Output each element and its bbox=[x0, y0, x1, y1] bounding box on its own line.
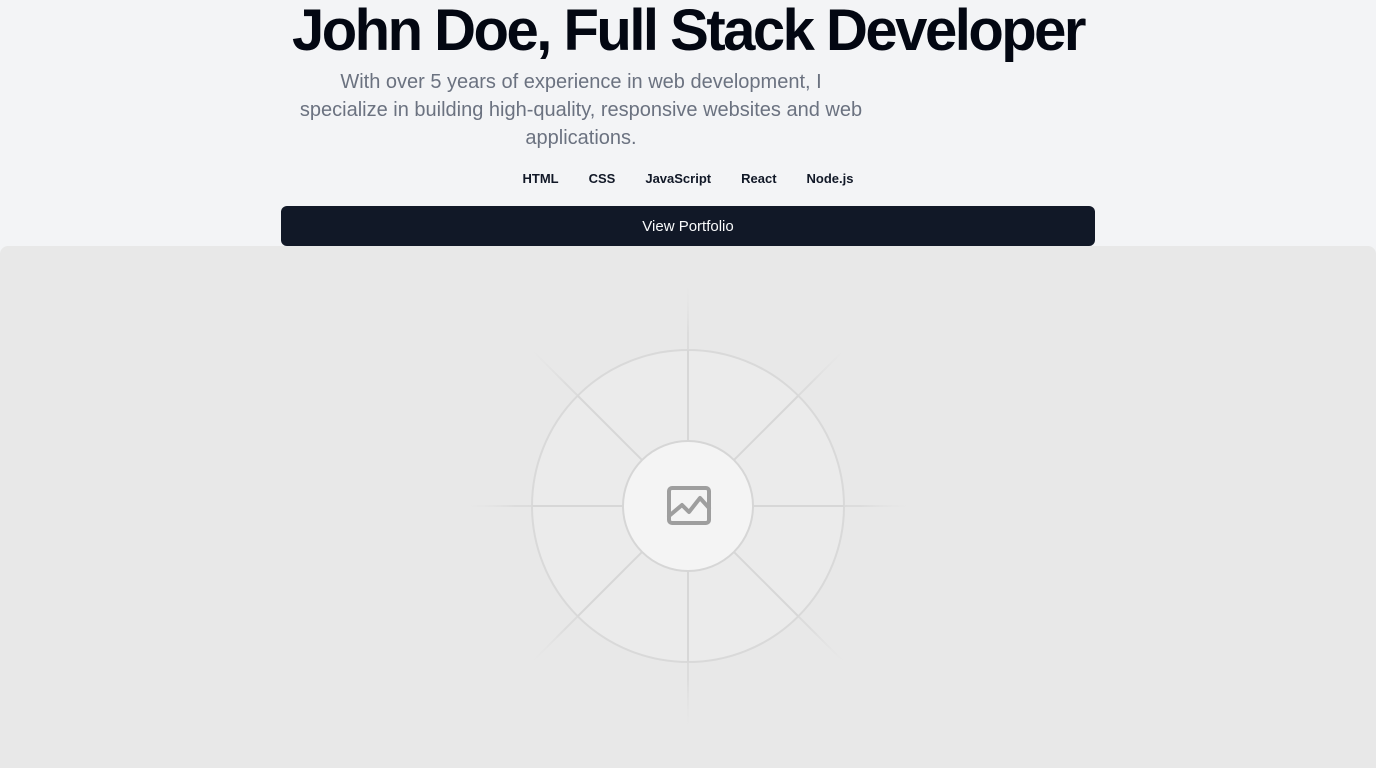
skill-css: CSS bbox=[588, 171, 616, 186]
page-title: John Doe, Full Stack Developer bbox=[292, 0, 1087, 63]
skill-html: HTML bbox=[522, 171, 559, 186]
skill-react: React bbox=[741, 171, 777, 186]
placeholder-graphic bbox=[460, 285, 916, 727]
view-portfolio-button[interactable]: View Portfolio bbox=[281, 206, 1095, 246]
placeholder-center-circle bbox=[622, 440, 754, 572]
skill-nodejs: Node.js bbox=[806, 171, 854, 186]
hero-image-placeholder bbox=[0, 246, 1376, 768]
skill-javascript: JavaScript bbox=[645, 171, 712, 186]
hero-section: John Doe, Full Stack Developer With over… bbox=[0, 0, 1376, 768]
hero-subtitle: With over 5 years of experience in web d… bbox=[299, 71, 863, 149]
skills-list: HTML CSS JavaScript React Node.js bbox=[0, 170, 1376, 188]
